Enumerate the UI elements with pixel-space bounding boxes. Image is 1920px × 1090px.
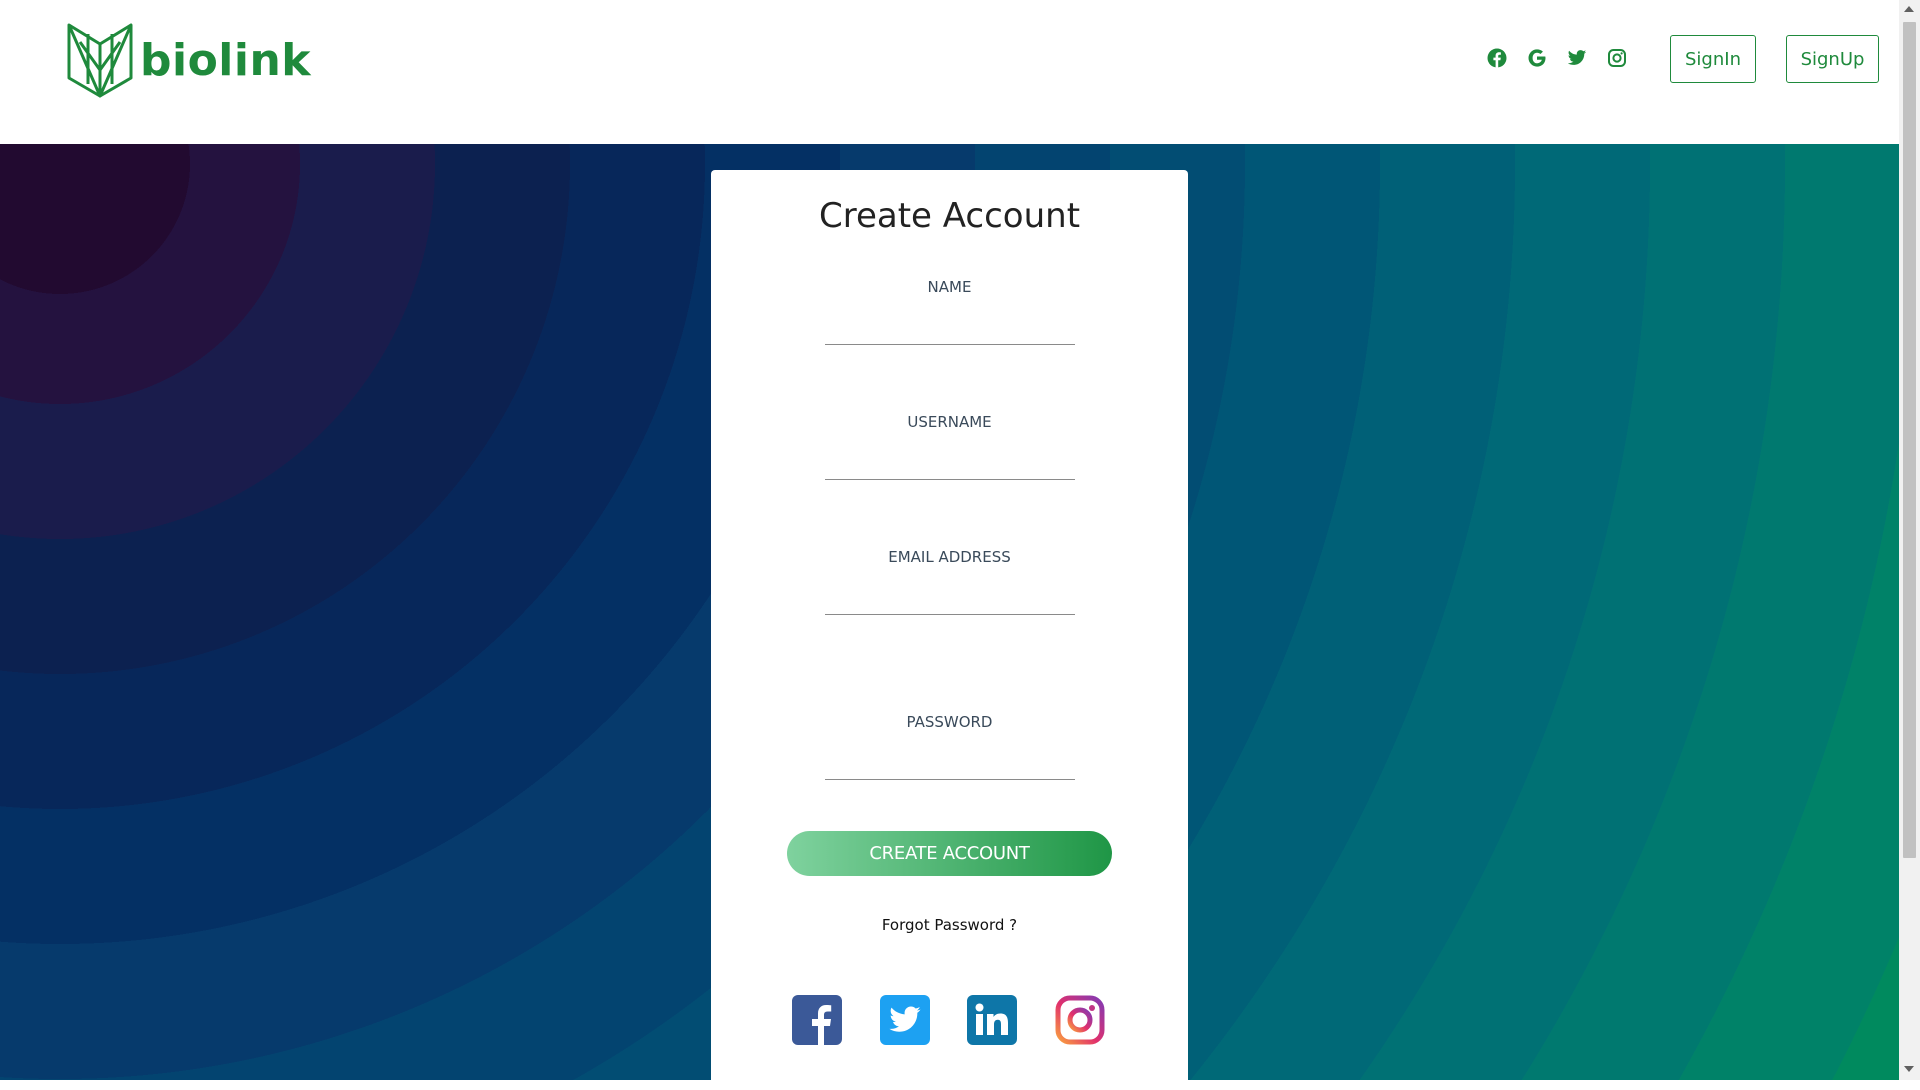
logo-text: biolink [140,34,312,86]
email-input[interactable] [825,587,1075,615]
email-label: EMAIL ADDRESS [888,548,1011,566]
name-input[interactable] [825,317,1075,345]
username-input[interactable] [825,452,1075,480]
scroll-down-arrow-icon[interactable] [1904,1066,1914,1072]
instagram-icon[interactable] [1607,48,1627,68]
vertical-scrollbar[interactable] [1899,0,1920,1080]
site-header: biolink SignIn SignUp [0,0,1899,144]
create-account-button[interactable]: CREATE ACCOUNT [787,831,1112,876]
signin-button[interactable]: SignIn [1670,35,1756,83]
signup-button[interactable]: SignUp [1786,35,1879,83]
header-social-links [1487,48,1627,68]
twitter-icon[interactable] [1567,48,1587,68]
name-label: NAME [927,278,972,296]
signup-card: Create Account NAME USERNAME EMAIL ADDRE… [711,170,1188,1090]
google-icon[interactable] [1527,48,1547,68]
username-label: USERNAME [907,413,992,431]
form-title: Create Account [818,196,1081,236]
password-input[interactable] [825,752,1075,780]
scrollbar-thumb[interactable] [1903,22,1916,858]
instagram-icon[interactable] [1055,995,1105,1045]
facebook-icon[interactable] [792,995,842,1045]
facebook-icon[interactable] [1487,48,1507,68]
biolink-logo-icon [67,23,133,98]
twitter-icon[interactable] [880,995,930,1045]
logo[interactable]: biolink [66,22,311,98]
linkedin-icon[interactable] [967,995,1017,1045]
scroll-up-arrow-icon[interactable] [1904,6,1914,12]
password-label: PASSWORD [906,713,993,731]
forgot-password-link[interactable]: Forgot Password ? [711,916,1188,934]
